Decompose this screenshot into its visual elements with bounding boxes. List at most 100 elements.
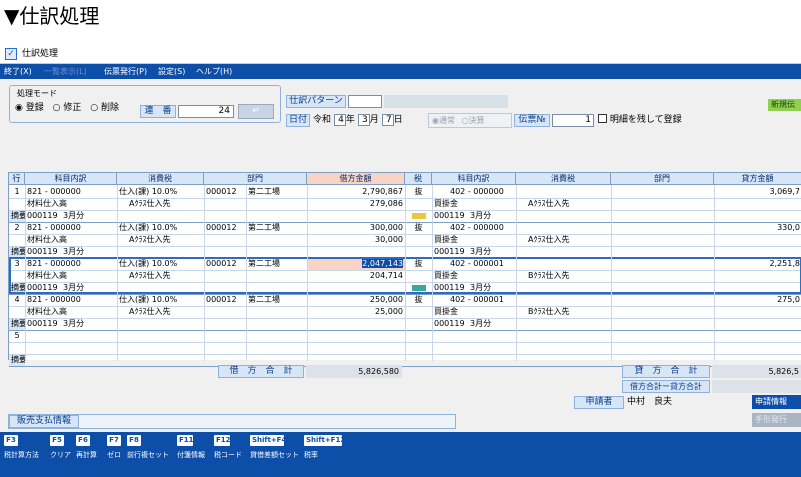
- tax-type[interactable]: [405, 330, 432, 342]
- debit-tax-class[interactable]: 仕入(課) 10.0%: [117, 258, 204, 270]
- radio-closing[interactable]: ○決算: [462, 116, 485, 125]
- debit-account-code[interactable]: 821 - 000000: [25, 186, 117, 198]
- menu-list[interactable]: 一覧表示(L): [44, 66, 87, 77]
- memo-code[interactable]: 000119: [25, 282, 61, 294]
- fkey-shift-f4[interactable]: Shift+F4 貸借差額セット: [250, 435, 302, 473]
- month-field[interactable]: 3: [357, 114, 370, 126]
- debit-sub-account: Aｸﾗｽ仕入先: [129, 271, 171, 280]
- debit-account-code[interactable]: [25, 330, 117, 342]
- fkey-f5[interactable]: F5 クリア: [50, 435, 74, 473]
- radio-modify[interactable]: ○ 修正: [53, 103, 82, 113]
- memo-text[interactable]: [61, 354, 121, 366]
- slip-field[interactable]: 1: [552, 114, 594, 127]
- memo-text[interactable]: 3月分: [61, 282, 121, 294]
- memo-text[interactable]: 3月分: [61, 210, 121, 222]
- memo-text[interactable]: 3月分: [61, 318, 121, 330]
- keep-details-option[interactable]: 明細を残して登録: [598, 114, 682, 127]
- credit-memo-code[interactable]: 000119: [432, 246, 468, 258]
- credit-amount[interactable]: 2,251,8: [714, 258, 801, 270]
- debit-dept-code[interactable]: 000012: [204, 186, 246, 198]
- fkey-f11[interactable]: F11 付箋情報: [177, 435, 211, 473]
- sticky-note-swatch[interactable]: [412, 213, 426, 219]
- col-row: 行: [9, 173, 25, 185]
- debit-account-code[interactable]: 821 - 000000: [25, 258, 117, 270]
- credit-account-name: 買掛金: [434, 307, 458, 316]
- debit-sub-account: Aｸﾗｽ仕入先: [129, 199, 171, 208]
- serial-label: 連 番: [140, 105, 176, 118]
- debit-tax-class[interactable]: 仕入(課) 10.0%: [117, 294, 204, 306]
- debit-account-code[interactable]: 821 - 000000: [25, 222, 117, 234]
- credit-memo-text[interactable]: 3月分: [468, 246, 528, 258]
- debit-amount[interactable]: 300,000: [307, 222, 405, 234]
- tax-type[interactable]: 抜: [405, 258, 432, 270]
- application-info-button[interactable]: 申請情報: [752, 395, 801, 409]
- day-field[interactable]: 7: [381, 114, 394, 126]
- credit-amount[interactable]: 3,069,7: [714, 186, 801, 198]
- tax-type[interactable]: 抜: [405, 294, 432, 306]
- sticky-note-swatch[interactable]: [412, 285, 426, 291]
- credit-memo-code[interactable]: 000119: [432, 210, 468, 222]
- menu-settings[interactable]: 設定(S): [158, 66, 185, 77]
- memo-code[interactable]: 000119: [25, 210, 61, 222]
- serial-field[interactable]: 24: [178, 105, 234, 118]
- credit-amount[interactable]: 330,0: [714, 222, 801, 234]
- note-issue-button[interactable]: 手形発行: [752, 413, 801, 427]
- year-field[interactable]: 4: [333, 114, 346, 126]
- tax-type[interactable]: 抜: [405, 186, 432, 198]
- debit-tax-class[interactable]: 仕入(課) 10.0%: [117, 222, 204, 234]
- credit-account-name: 買掛金: [434, 271, 458, 280]
- credit-sub-account: Bｸﾗｽ仕入先: [528, 271, 570, 280]
- memo-text[interactable]: 3月分: [61, 246, 121, 258]
- credit-memo-text[interactable]: 3月分: [468, 318, 528, 330]
- radio-delete[interactable]: ○ 削除: [90, 103, 119, 113]
- fkey-f12[interactable]: F12 税コード: [214, 435, 246, 473]
- credit-account-code[interactable]: 402 - 000001: [432, 294, 516, 306]
- radio-register[interactable]: ◉ 登録: [15, 103, 44, 113]
- menu-exit[interactable]: 終了(X): [4, 66, 32, 77]
- debit-amount[interactable]: 2,790,867: [307, 186, 405, 198]
- debit-amount[interactable]: 2,047,143: [307, 258, 405, 270]
- debit-amount[interactable]: 250,000: [307, 294, 405, 306]
- fkey-f8[interactable]: F8 前行複セット: [127, 435, 173, 473]
- app-window: ✓ 仕訳処理 終了(X) 一覧表示(L) 伝票発行(P) 設定(S) ヘルプ(H…: [0, 44, 801, 477]
- debit-dept-code[interactable]: 000012: [204, 294, 246, 306]
- col-tax-type: 税: [405, 173, 432, 185]
- credit-memo-code[interactable]: 000119: [432, 282, 468, 294]
- title-bar: ✓ 仕訳処理: [0, 44, 801, 64]
- enter-button[interactable]: ↵: [238, 104, 274, 119]
- credit-amount[interactable]: [714, 330, 801, 342]
- menu-print[interactable]: 伝票発行(P): [104, 66, 147, 77]
- keep-details-checkbox[interactable]: [598, 114, 607, 123]
- credit-memo-text[interactable]: [468, 354, 528, 366]
- debit-tax-class[interactable]: [117, 330, 204, 342]
- debit-account-code[interactable]: 821 - 000000: [25, 294, 117, 306]
- credit-memo-code[interactable]: [432, 354, 468, 366]
- credit-account-code[interactable]: [432, 330, 516, 342]
- credit-account-code[interactable]: 402 - 000000: [432, 186, 516, 198]
- credit-memo-text[interactable]: 3月分: [468, 210, 528, 222]
- pattern-name-field: [384, 95, 508, 108]
- fkey-f6[interactable]: F6 再計算: [76, 435, 102, 473]
- fkey-f3[interactable]: F3 税計算方法: [4, 435, 44, 473]
- debit-dept-code[interactable]: 000012: [204, 222, 246, 234]
- tax-type[interactable]: 抜: [405, 222, 432, 234]
- debit-tax-class[interactable]: 仕入(課) 10.0%: [117, 186, 204, 198]
- credit-memo-text[interactable]: 3月分: [468, 282, 528, 294]
- fkey-f7[interactable]: F7 ゼロ: [107, 435, 123, 473]
- radio-normal[interactable]: ◉通常: [432, 116, 455, 125]
- menu-help[interactable]: ヘルプ(H): [196, 66, 232, 77]
- debit-dept-code[interactable]: 000012: [204, 258, 246, 270]
- credit-memo-code[interactable]: 000119: [432, 318, 468, 330]
- credit-account-code[interactable]: 402 - 000000: [432, 222, 516, 234]
- fkey-shift-f12[interactable]: Shift+F12 税率: [304, 435, 345, 473]
- pattern-code-field[interactable]: [348, 95, 382, 108]
- slip-label: 伝票№: [514, 114, 550, 127]
- debit-dept-code[interactable]: [204, 330, 246, 342]
- memo-code[interactable]: 000119: [25, 246, 61, 258]
- memo-code[interactable]: 000119: [25, 318, 61, 330]
- credit-sub-account: [516, 342, 611, 354]
- debit-amount[interactable]: [307, 330, 405, 342]
- credit-amount[interactable]: 275,0: [714, 294, 801, 306]
- memo-code[interactable]: [25, 354, 61, 366]
- credit-account-code[interactable]: 402 - 000001: [432, 258, 516, 270]
